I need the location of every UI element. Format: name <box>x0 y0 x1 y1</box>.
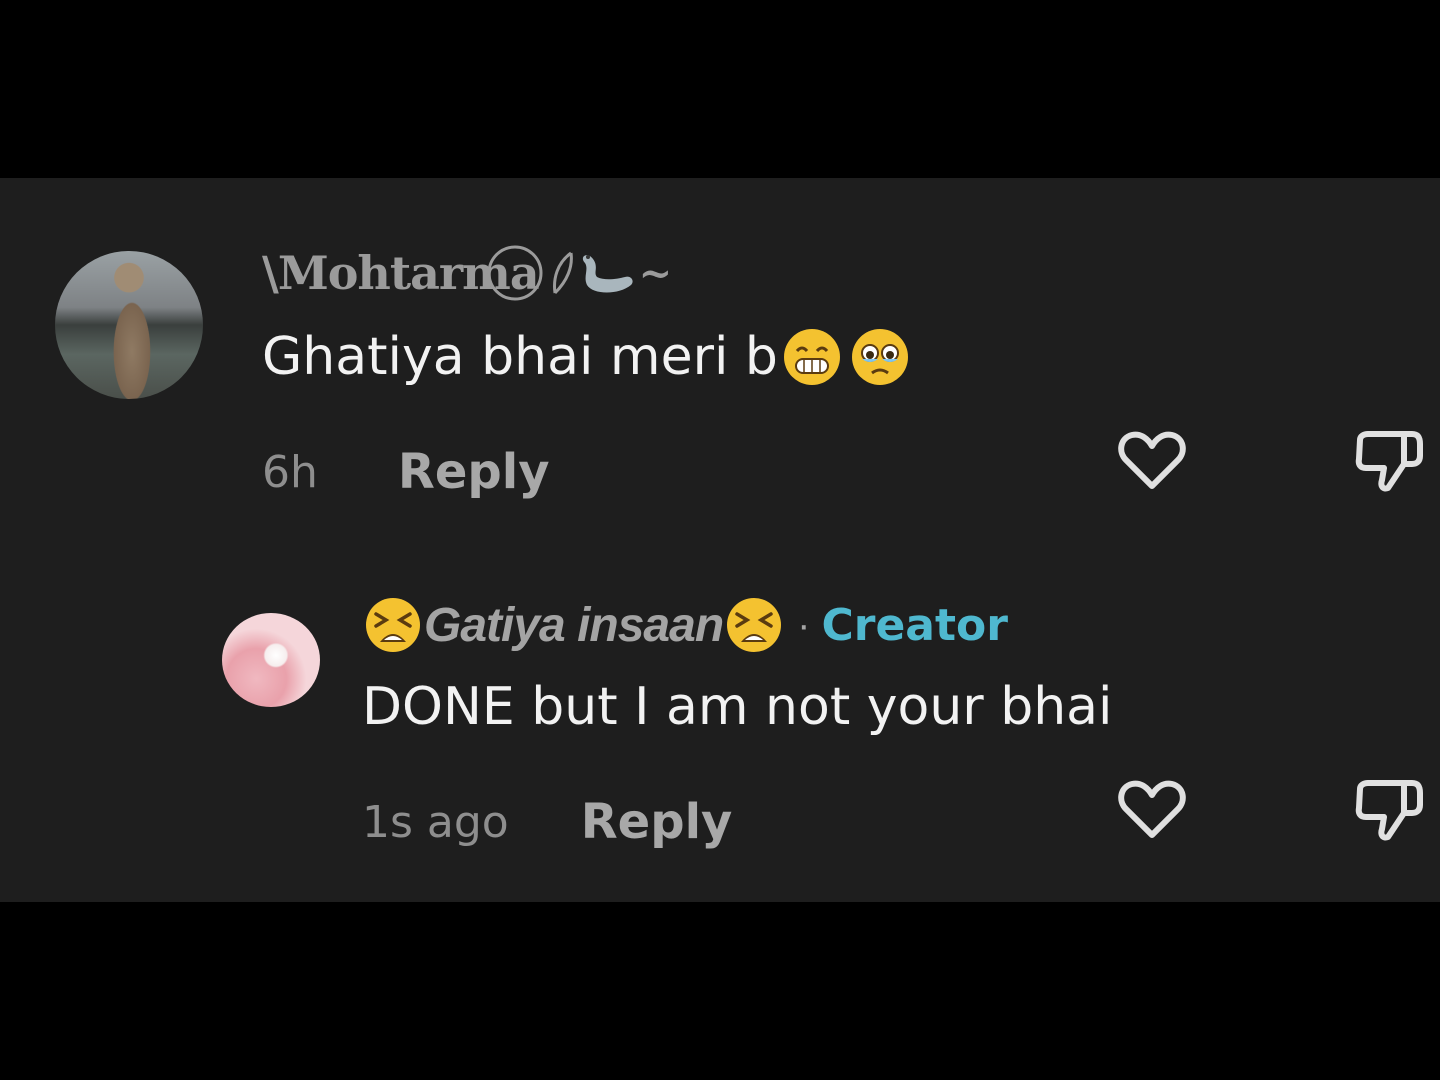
badge-separator: · <box>797 602 810 647</box>
reply-button[interactable]: Reply <box>581 794 733 850</box>
comment-time: 6h <box>262 446 318 498</box>
tired-face-icon <box>727 598 782 652</box>
comment-body: Ghatiya bhai meri b <box>262 327 778 387</box>
username-text: Gatiya insaan <box>424 598 724 652</box>
comment-time: 1s ago <box>362 796 509 848</box>
comment-body: DONE but I am not your bhai <box>362 677 1113 737</box>
username-prefix: \ <box>262 246 279 300</box>
creator-badge: Creator <box>821 599 1008 651</box>
thumbs-down-icon[interactable] <box>1350 771 1426 847</box>
avatar[interactable] <box>55 251 203 399</box>
comment-meta: 6h Reply <box>262 440 550 504</box>
feather-icon <box>552 251 573 295</box>
comment-meta: 1s ago Reply <box>362 790 732 854</box>
avatar[interactable] <box>222 613 320 707</box>
comment-item: \ Mohtarma ~ Ghatiya bhai meri b 6h Repl… <box>0 178 1440 538</box>
grinning-face-icon <box>783 329 840 385</box>
comment-text: Ghatiya bhai meri b <box>262 324 914 390</box>
heart-icon[interactable] <box>1114 422 1190 498</box>
swan-icon <box>582 255 633 293</box>
comments-panel: \ Mohtarma ~ Ghatiya bhai meri b 6h Repl… <box>0 178 1440 902</box>
face-holding-back-tears-icon <box>851 329 908 385</box>
comment-username[interactable]: Gatiya insaan · Creator <box>362 590 1008 660</box>
circle-ornament-icon <box>487 245 543 301</box>
comment-text: DONE but I am not your bhai <box>362 675 1112 739</box>
comment-username[interactable]: \ Mohtarma ~ <box>262 244 673 302</box>
reply-button[interactable]: Reply <box>398 444 550 500</box>
username-suffix: ~ <box>638 249 673 297</box>
tired-face-icon <box>366 598 420 652</box>
heart-icon[interactable] <box>1114 771 1190 847</box>
thumbs-down-icon[interactable] <box>1350 422 1426 498</box>
reply-comment-item: Gatiya insaan · Creator DONE but I am no… <box>0 578 1440 898</box>
